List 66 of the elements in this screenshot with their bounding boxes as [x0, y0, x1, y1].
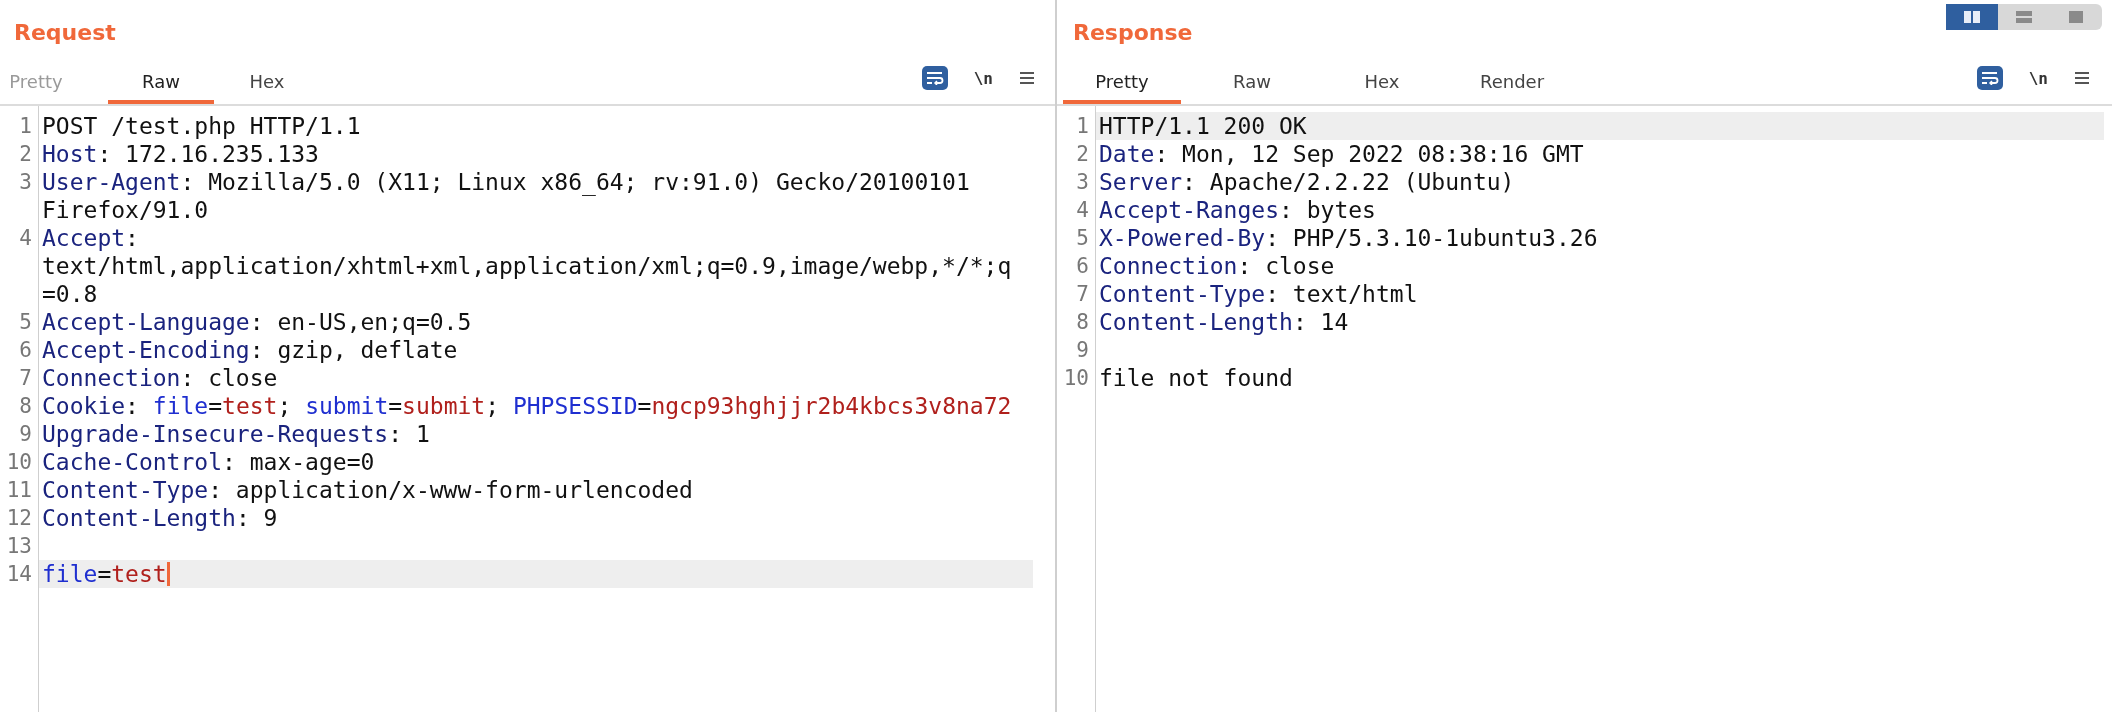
single-pane-layout-icon: [2067, 10, 2085, 24]
line-number: 7: [18, 365, 33, 392]
line-number: 4: [1075, 197, 1090, 224]
code-line: Content-Length: 14: [1099, 309, 1349, 335]
wrap-lines-icon: [1980, 71, 1999, 85]
line-number: 11: [5, 477, 33, 504]
menu-icon[interactable]: [2074, 70, 2090, 86]
line-number: 4: [18, 225, 33, 252]
code-line: Accept-Language: en-US,en;q=0.5: [42, 309, 472, 335]
code-line: Content-Length: 9: [42, 505, 278, 531]
line-number: 3: [1075, 169, 1090, 196]
line-number: 9: [1075, 337, 1090, 364]
newline-toggle[interactable]: \n: [2024, 68, 2052, 88]
wrap-lines-button[interactable]: [921, 66, 948, 90]
line-number: 9: [18, 421, 33, 448]
code-line: Accept-Ranges: bytes: [1099, 197, 1376, 223]
code-line: Accept-Encoding: gzip, deflate: [42, 337, 458, 363]
layout-toggle[interactable]: [1998, 4, 2050, 30]
view-tab[interactable]: Render: [1453, 71, 1571, 104]
view-tab[interactable]: Hex: [214, 71, 320, 104]
code-line: Upgrade-Insecure-Requests: 1: [42, 421, 430, 447]
code-line: file=test: [42, 561, 167, 587]
line-number: 13: [5, 533, 33, 560]
code-line: Server: Apache/2.2.22 (Ubuntu): [1099, 169, 1515, 195]
line-number: 7: [1075, 281, 1090, 308]
newline-toggle[interactable]: \n: [969, 68, 997, 88]
code-line: HTTP/1.1 200 OK: [1099, 113, 1307, 139]
code-line: Cache-Control: max-age=0: [42, 449, 375, 475]
layout-toggle[interactable]: [2050, 4, 2102, 30]
code-line: file not found: [1099, 365, 1293, 391]
line-number: 10: [1062, 365, 1090, 392]
code-line: Accept: text/html,application/xhtml+xml,application/xml;q=0.9,image/webp,*/*;q=0.8: [42, 225, 1012, 307]
line-number: 2: [18, 141, 33, 168]
line-number: 1: [18, 113, 33, 140]
line-number: 5: [1075, 225, 1090, 252]
code-line: Host: 172.16.235.133: [42, 141, 319, 167]
menu-icon[interactable]: [1019, 70, 1035, 86]
line-number: 8: [1075, 309, 1090, 336]
code-line: Content-Type: text/html: [1099, 281, 1418, 307]
line-number: 14: [5, 561, 33, 588]
line-number: 3: [18, 169, 33, 196]
code-line: User-Agent: Mozilla/5.0 (X11; Linux x86_64; rv:91.0) Gecko/20100101 Firefox/91.0: [42, 169, 971, 223]
line-number: 6: [1075, 253, 1090, 280]
view-tab[interactable]: Raw: [1193, 71, 1311, 104]
code-line: Cookie: file=test; submit=submit; PHPSESSID=ngcp93hghjjr2b4kbcs3v8na72: [42, 393, 1012, 419]
layout-toggle[interactable]: [1946, 4, 1998, 30]
line-number: 10: [5, 449, 33, 476]
code-line: POST /test.php HTTP/1.1: [42, 113, 361, 139]
wrap-lines-button[interactable]: [1976, 66, 2003, 90]
side-by-side-layout-icon: [1963, 10, 1981, 24]
stacked-layout-icon: [2015, 10, 2033, 24]
line-number: 1: [1075, 113, 1090, 140]
code-line: Connection: close: [42, 365, 278, 391]
code-line: Content-Type: application/x-www-form-urlencoded: [42, 477, 693, 503]
line-number: 8: [18, 393, 33, 420]
line-number: 2: [1075, 141, 1090, 168]
code-line: Connection: close: [1099, 253, 1335, 279]
line-number: 5: [18, 309, 33, 336]
panel-title: Response: [1073, 20, 1193, 47]
line-number: 12: [5, 505, 33, 532]
wrap-lines-icon: [925, 71, 944, 85]
view-tab[interactable]: Hex: [1323, 71, 1441, 104]
panel-title: Request: [14, 20, 116, 47]
code-line: X-Powered-By: PHP/5.3.10-1ubuntu3.26: [1099, 225, 1598, 251]
line-number: 6: [18, 337, 33, 364]
code-line: Date: Mon, 12 Sep 2022 08:38:16 GMT: [1099, 141, 1584, 167]
